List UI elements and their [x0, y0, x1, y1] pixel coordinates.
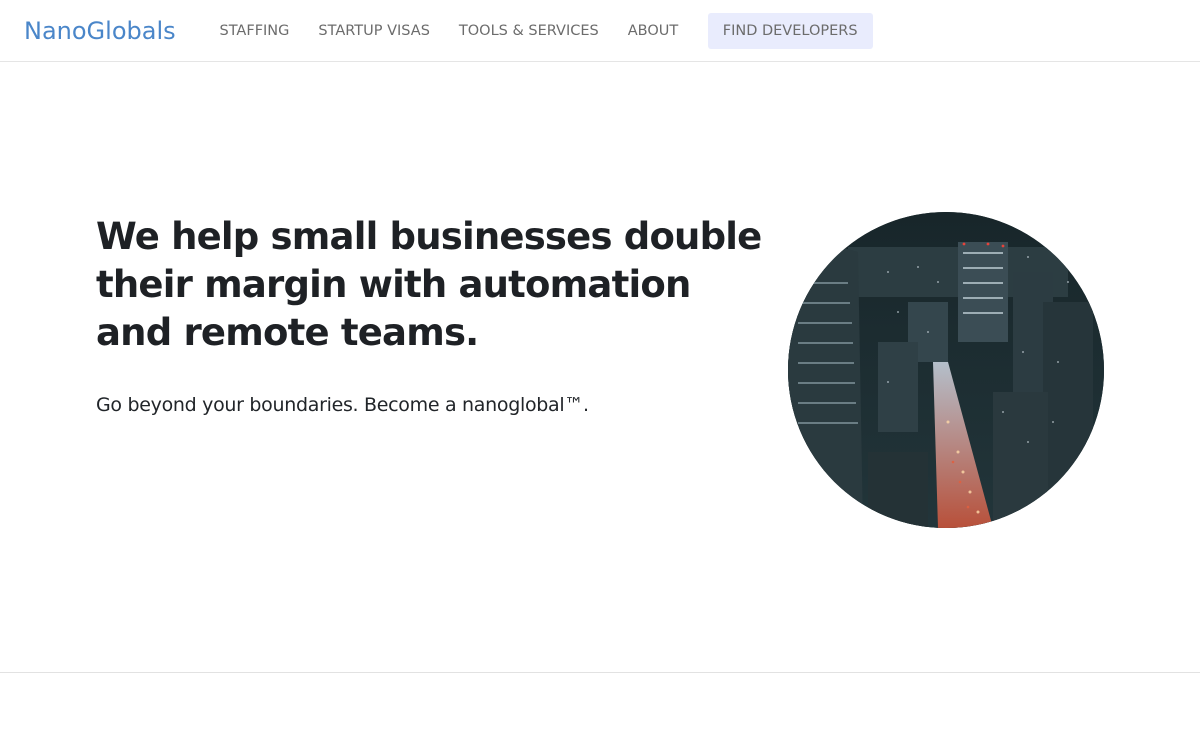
nav-item-about[interactable]: ABOUT [613, 14, 693, 48]
nav-item-startup-visas[interactable]: STARTUP VISAS [304, 14, 445, 48]
hero-city-image [788, 212, 1104, 528]
nav-item-tools-services[interactable]: TOOLS & SERVICES [444, 14, 613, 48]
find-developers-button[interactable]: FIND DEVELOPERS [707, 13, 873, 49]
hero-title: We help small businesses double their ma… [96, 215, 762, 354]
hero-subtitle: Go beyond your boundaries. Become a nano… [96, 394, 589, 416]
brand-logo-link[interactable]: NanoGlobals [24, 15, 176, 47]
city-night-photo-icon [788, 212, 1104, 528]
top-navbar: NanoGlobals STAFFING STARTUP VISAS TOOLS… [0, 0, 1200, 62]
section-divider [0, 672, 1200, 673]
nav-item-staffing[interactable]: STAFFING [205, 14, 304, 48]
main-nav: STAFFING STARTUP VISAS TOOLS & SERVICES … [205, 13, 873, 49]
